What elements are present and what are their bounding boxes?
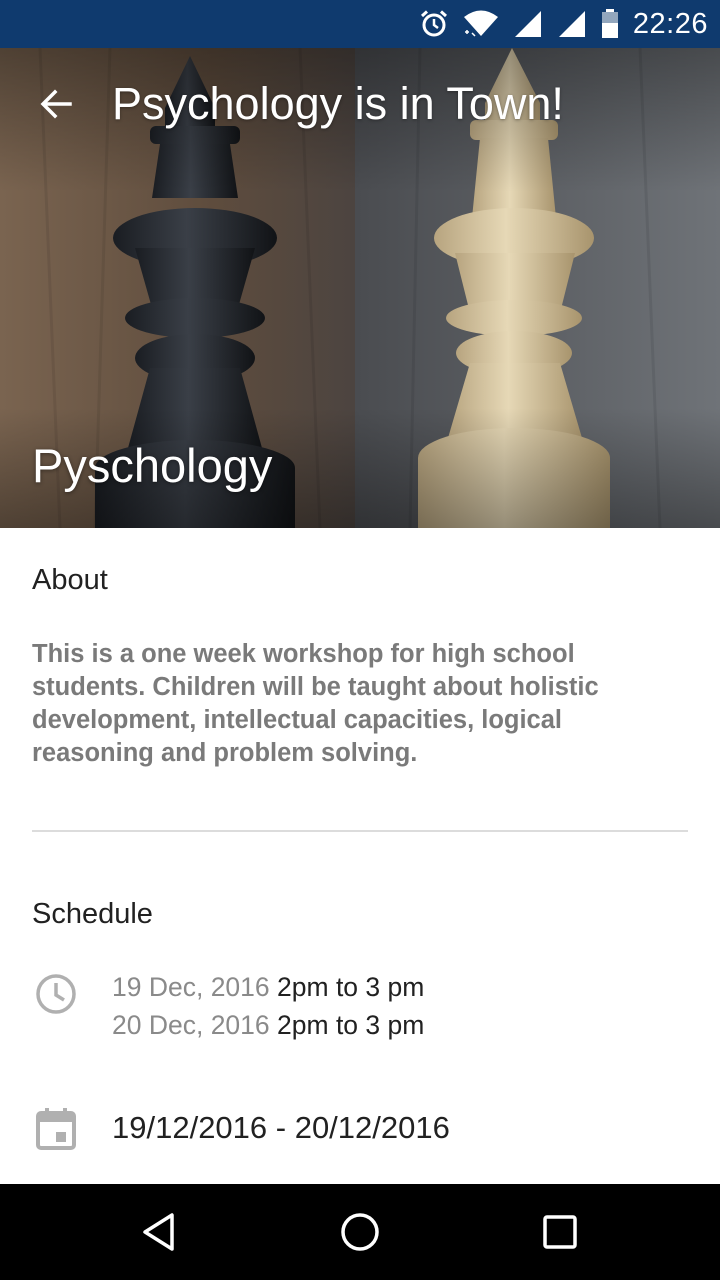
nav-recents-button[interactable] — [536, 1208, 584, 1256]
nav-back-button[interactable] — [136, 1208, 184, 1256]
schedule-entry: 19 Dec, 2016 2pm to 3 pm — [112, 972, 424, 1003]
divider — [32, 830, 688, 832]
wifi-icon — [463, 10, 499, 38]
status-bar: 22:26 — [0, 0, 720, 48]
back-button[interactable] — [0, 48, 112, 160]
category-caption: Pyschology — [32, 439, 273, 492]
nav-home-button[interactable] — [336, 1208, 384, 1256]
back-triangle-icon — [143, 1213, 174, 1251]
home-circle-icon — [341, 1213, 379, 1251]
calendar-icon — [36, 1108, 76, 1155]
hero-image: Psychology is in Town! Pyschology — [0, 48, 720, 528]
arrow-back-icon — [40, 89, 72, 119]
schedule-entry: 20 Dec, 2016 2pm to 3 pm — [112, 1010, 424, 1041]
about-description: This is a one week workshop for high sch… — [32, 640, 599, 767]
recents-square-icon — [543, 1215, 577, 1249]
signal-icon — [513, 9, 543, 39]
clock-icon — [34, 972, 78, 1021]
battery-icon — [601, 9, 619, 39]
status-time: 22:26 — [632, 7, 708, 40]
page-title: Psychology is in Town! — [112, 78, 564, 129]
schedule-heading: Schedule — [32, 898, 153, 930]
date-range: 19/12/2016 - 20/12/2016 — [112, 1110, 450, 1145]
navigation-bar — [0, 1184, 720, 1280]
schedule-date: 19 Dec, 2016 — [112, 972, 270, 1002]
signal-icon — [557, 9, 587, 39]
event-details: About This is a one week workshop for hi… — [0, 528, 720, 1184]
schedule-time: 2pm to 3 pm — [277, 1010, 425, 1040]
alarm-icon — [419, 9, 449, 39]
about-heading: About — [32, 564, 108, 596]
schedule-time: 2pm to 3 pm — [277, 972, 425, 1002]
schedule-date: 20 Dec, 2016 — [112, 1010, 270, 1040]
toolbar: Psychology is in Town! — [0, 48, 720, 160]
